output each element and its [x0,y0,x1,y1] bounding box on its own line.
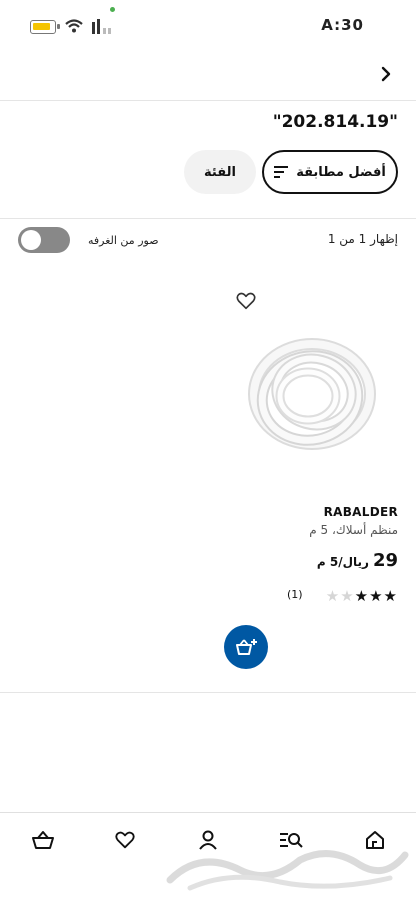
star-filled-icon: ★ [369,587,384,605]
nav-basket[interactable] [30,827,56,853]
product-price: 29 ريال/5 م [317,550,398,571]
star-filled-icon: ★ [354,587,370,605]
review-count: (1) [287,588,303,601]
sort-button[interactable]: أفضل مطابقة [262,150,398,194]
room-images-toggle[interactable] [18,227,70,253]
price-unit: ريال/5 م [316,555,369,569]
results-count: إظهار 1 من 1 [327,232,398,246]
battery-icon [30,20,60,34]
star-empty-icon: ★ [325,587,341,605]
signal-icon [92,19,111,34]
status-bar: A:30 [0,0,416,52]
list-end-divider [0,692,416,693]
star-filled-icon: ★ [383,587,398,605]
rating-stars: ★★★★★ [326,587,398,605]
sort-label: أفضل مطابقة [296,164,386,180]
header-divider [0,100,416,101]
watermark-logo [166,850,409,891]
add-to-basket-icon [236,639,257,655]
privacy-indicator-dot [110,7,115,12]
status-time: A:30 [321,16,364,34]
add-to-cart-button[interactable] [224,625,268,669]
room-images-label: صور من الغرفه [88,234,159,247]
sort-icon [274,166,289,178]
back-button[interactable] [374,62,398,86]
filters-divider [0,218,416,219]
wifi-icon [65,19,83,33]
toggle-knob [21,230,41,250]
nav-favorites[interactable] [112,827,138,853]
product-description: منظم أسلاك، 5 م [309,523,398,537]
page-title: "202.814.19" [272,112,398,132]
category-filter-button[interactable]: الفئة [184,150,256,194]
product-image[interactable] [240,322,380,462]
basket-icon [32,831,54,849]
product-name[interactable]: RABALDER [324,505,398,519]
chevron-right-icon [381,66,391,82]
favorite-heart-icon[interactable] [235,290,257,312]
heart-icon [115,831,135,849]
price-value: 29 [372,550,398,571]
category-label: الفئة [204,164,236,180]
star-empty-icon: ★ [340,587,355,605]
